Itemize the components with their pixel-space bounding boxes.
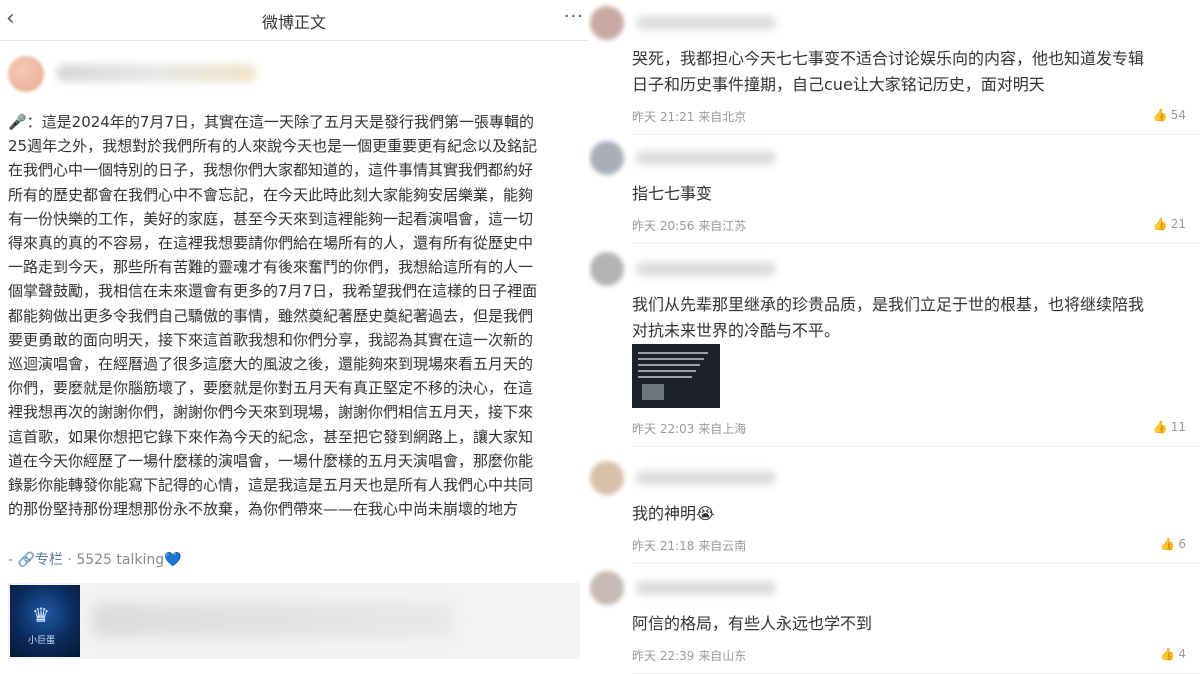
link-icon: 🔗	[17, 552, 35, 568]
like-button[interactable]: 👍 54	[1153, 108, 1186, 122]
comment-divider	[632, 134, 1200, 135]
card-thumbnail-caption: 小巨蛋	[28, 636, 56, 646]
thumbs-up-icon: 👍	[1152, 108, 1168, 122]
commenter-name-blurred[interactable]	[636, 262, 776, 276]
thumbs-up-icon: 👍	[1160, 537, 1176, 551]
like-count: 4	[1178, 647, 1186, 661]
post-text-line: 所有的歷史都會在我們心中不會忘記，在今天此時此刻大家能夠安居樂業，能夠	[8, 185, 534, 204]
comment-text: 我们从先辈那里继承的珍贵品质，是我们立足于世的根基，也将继续陪我	[632, 295, 1145, 314]
thumbs-up-icon: 👍	[1160, 647, 1176, 661]
author-avatar[interactable]	[8, 56, 44, 92]
more-options-icon[interactable]: ···	[564, 6, 584, 27]
comment-divider	[632, 243, 1200, 244]
comment-item: 指七七事变昨天 20:56 来自江苏 👍 21	[588, 141, 1200, 261]
post-text-line: 一路走到今天，那些所有苦難的靈魂才有後來奮鬥的你們，我想給這所有的人一	[8, 258, 534, 277]
commenter-name-blurred[interactable]	[636, 151, 776, 165]
commenter-avatar[interactable]	[590, 141, 624, 175]
comment-item: 阿信的格局，有些人永远也学不到昨天 22:39 来自山东 👍 4	[588, 571, 1200, 674]
meta-prefix: -	[8, 552, 18, 568]
comment-text: 对抗未来世界的冷酷与不平。	[632, 321, 841, 340]
commenter-name-blurred[interactable]	[636, 16, 776, 30]
like-button[interactable]: 👍 11	[1153, 420, 1186, 434]
comment-item: 哭死，我都担心今天七七事变不适合讨论娱乐向的内容，他也知道发专辑 日子和历史事件撞…	[588, 6, 1200, 135]
post-text-line: 這首歌，如果你想把它錄下來作為今天的紀念，甚至把它發到網路上，讓大家知	[8, 427, 534, 446]
comment-timestamp-location: 昨天 22:39 来自山东	[632, 649, 747, 663]
comment-item: 我们从先辈那里继承的珍贵品质，是我们立足于世的根基，也将继续陪我 对抗未来世界的冷…	[588, 252, 1200, 447]
column-link[interactable]: 专栏	[35, 552, 63, 568]
post-text-line: 個掌聲鼓勵，我相信在未來還會有更多的7月7日，我希望我們在這樣的日子裡面	[8, 282, 538, 301]
comment-text: 哭死，我都担心今天七七事变不适合讨论娱乐向的内容，他也知道发专辑	[632, 49, 1145, 68]
comment-text: 我的神明😭	[632, 504, 715, 523]
post-meta-row: - 🔗专栏 · 5525 talking💙	[8, 549, 182, 569]
comment-timestamp-location: 昨天 21:18 来自云南	[632, 539, 747, 553]
like-button[interactable]: 👍 21	[1153, 217, 1186, 231]
post-text-line: 的那份堅持那份理想那份永不放棄，為你們帶來——在我心中尚未崩壞的地方	[8, 500, 519, 519]
linked-media-card[interactable]: ♛ 小巨蛋	[8, 583, 580, 659]
comment-timestamp-location: 昨天 22:03 来自上海	[632, 422, 747, 436]
talking-count: 5525 talking	[76, 552, 165, 568]
post-text-line: 要更勇敢的面向明天，接下來這首歌我想和你們分享，我認為其實在這一次新的	[8, 330, 534, 349]
post-text-line: 有一份快樂的工作，美好的家庭，甚至今天來到這裡能夠一起看演唱會，這一切	[8, 209, 534, 228]
card-title-blurred[interactable]	[92, 603, 452, 637]
post-text-line: 在我們心中一個特別的日子，我想你們大家都知道的，這件事情其實我們都約好	[8, 161, 534, 180]
like-button[interactable]: 👍 6	[1160, 537, 1186, 551]
post-panel: ‹ 微博正文 ··· 🎤：這是2024年的7月7日，其實在這一天除了五月天是發行…	[0, 0, 588, 674]
comment-item: 我的神明😭 昨天 21:18 来自云南 👍 6	[588, 461, 1200, 581]
post-text-line: 錄影你能轉發你能寫下記得的心情，這是我這是五月天也是所有人我們心中共同	[8, 476, 534, 495]
comment-divider	[632, 563, 1200, 564]
post-text-line: 裡我想再次的謝謝你們，謝謝你們今天來到現場，謝謝你們相信五月天，接下來	[8, 403, 534, 422]
card-thumbnail[interactable]: ♛ 小巨蛋	[10, 585, 80, 657]
thumbs-up-icon: 👍	[1152, 420, 1168, 434]
comment-text: 阿信的格局，有些人永远也学不到	[632, 614, 873, 633]
like-button[interactable]: 👍 4	[1160, 647, 1186, 661]
post-text-line: 你們，要麼就是你腦筋壞了，要麼就是你對五月天有真正堅定不移的決心，在這	[8, 379, 534, 398]
crown-logo-icon: ♛	[32, 603, 50, 627]
post-text-line: 巡迴演唱會，在經曆過了很多這麼大的風波之後，還能夠來到現場來看五月天的	[8, 355, 534, 374]
blue-heart-icon: 💙	[164, 552, 182, 568]
comment-divider	[632, 446, 1200, 447]
like-count: 11	[1170, 420, 1186, 434]
post-text-line: 25週年之外，我想對於我們所有的人來說今天也是一個更重要更有紀念以及銘記	[8, 137, 538, 156]
comment-image-thumbnail[interactable]	[632, 344, 720, 408]
like-count: 54	[1170, 108, 1186, 122]
commenter-name-blurred[interactable]	[636, 581, 776, 595]
top-navigation-bar: ‹ 微博正文 ···	[0, 0, 588, 41]
comment-text: 日子和历史事件撞期，自己cue让大家铭记历史，面对明天	[632, 75, 1045, 94]
author-name-blurred[interactable]	[56, 64, 256, 82]
comment-timestamp-location: 昨天 21:21 来自北京	[632, 110, 747, 124]
like-count: 21	[1170, 217, 1186, 231]
post-text-line: 道在今天你經歷了一場什麼樣的演唱會，一場什麼樣的五月天演唱會，那麼你能	[8, 451, 534, 470]
commenter-name-blurred[interactable]	[636, 471, 776, 485]
post-text-line: 都能夠做出更多令我們自己驕傲的事情，雖然奠紀著歷史奠紀著過去，但是我們	[8, 306, 534, 325]
commenter-avatar[interactable]	[590, 571, 624, 605]
comments-panel: 哭死，我都担心今天七七事变不适合讨论娱乐向的内容，他也知道发专辑 日子和历史事件撞…	[588, 0, 1200, 674]
author-row[interactable]	[8, 56, 308, 92]
post-text-line: 🎤：這是2024年的7月7日，其實在這一天除了五月天是發行我們第一張專輯的	[8, 113, 534, 131]
comment-text: 指七七事变	[632, 184, 713, 203]
post-body: 🎤：這是2024年的7月7日，其實在這一天除了五月天是發行我們第一張專輯的 25週…	[8, 110, 580, 521]
post-text-line: 得來真的真的不容易，在這裡我想要請你們給在場所有的人，還有所有從歷史中	[8, 234, 534, 253]
commenter-avatar[interactable]	[590, 252, 624, 286]
thumbs-up-icon: 👍	[1152, 217, 1168, 231]
commenter-avatar[interactable]	[590, 6, 624, 40]
meta-separator: ·	[62, 552, 77, 568]
like-count: 6	[1178, 537, 1186, 551]
comment-timestamp-location: 昨天 20:56 来自江苏	[632, 219, 747, 233]
commenter-avatar[interactable]	[590, 461, 624, 495]
page-title: 微博正文	[261, 13, 326, 32]
